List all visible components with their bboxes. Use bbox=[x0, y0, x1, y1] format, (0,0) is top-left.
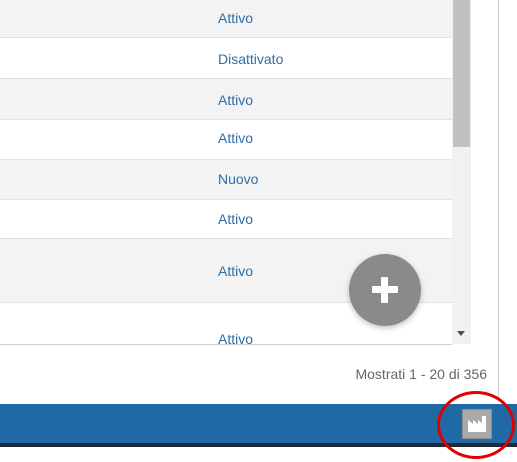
annotation-circle bbox=[437, 391, 515, 459]
add-button[interactable] bbox=[349, 254, 421, 326]
table-row[interactable]: Nuovo bbox=[0, 160, 452, 200]
scroll-down-arrow-icon[interactable] bbox=[457, 331, 465, 336]
pager-summary: Mostrati 1 - 20 di 356 bbox=[355, 366, 487, 382]
vertical-scrollbar[interactable] bbox=[452, 0, 471, 344]
status-cell: Attivo bbox=[218, 331, 254, 344]
status-cell: Attivo bbox=[218, 263, 254, 279]
table-row[interactable]: Attivo bbox=[0, 79, 452, 120]
status-cell: Attivo bbox=[218, 130, 254, 146]
table-row[interactable]: Attivo bbox=[0, 0, 452, 38]
grid-bottom-border bbox=[0, 344, 452, 345]
panel-divider bbox=[498, 0, 499, 400]
table-row[interactable]: Disattivato bbox=[0, 38, 452, 79]
status-cell: Nuovo bbox=[218, 171, 259, 187]
status-cell: Attivo bbox=[218, 10, 254, 26]
status-cell: Attivo bbox=[218, 92, 254, 108]
table-row[interactable]: Attivo bbox=[0, 120, 452, 160]
bottom-bar-shadow bbox=[0, 443, 517, 447]
status-cell: Attivo bbox=[218, 211, 254, 227]
table-row[interactable]: Attivo bbox=[0, 200, 452, 239]
scrollbar-thumb[interactable] bbox=[453, 0, 470, 147]
status-cell: Disattivato bbox=[218, 51, 284, 67]
